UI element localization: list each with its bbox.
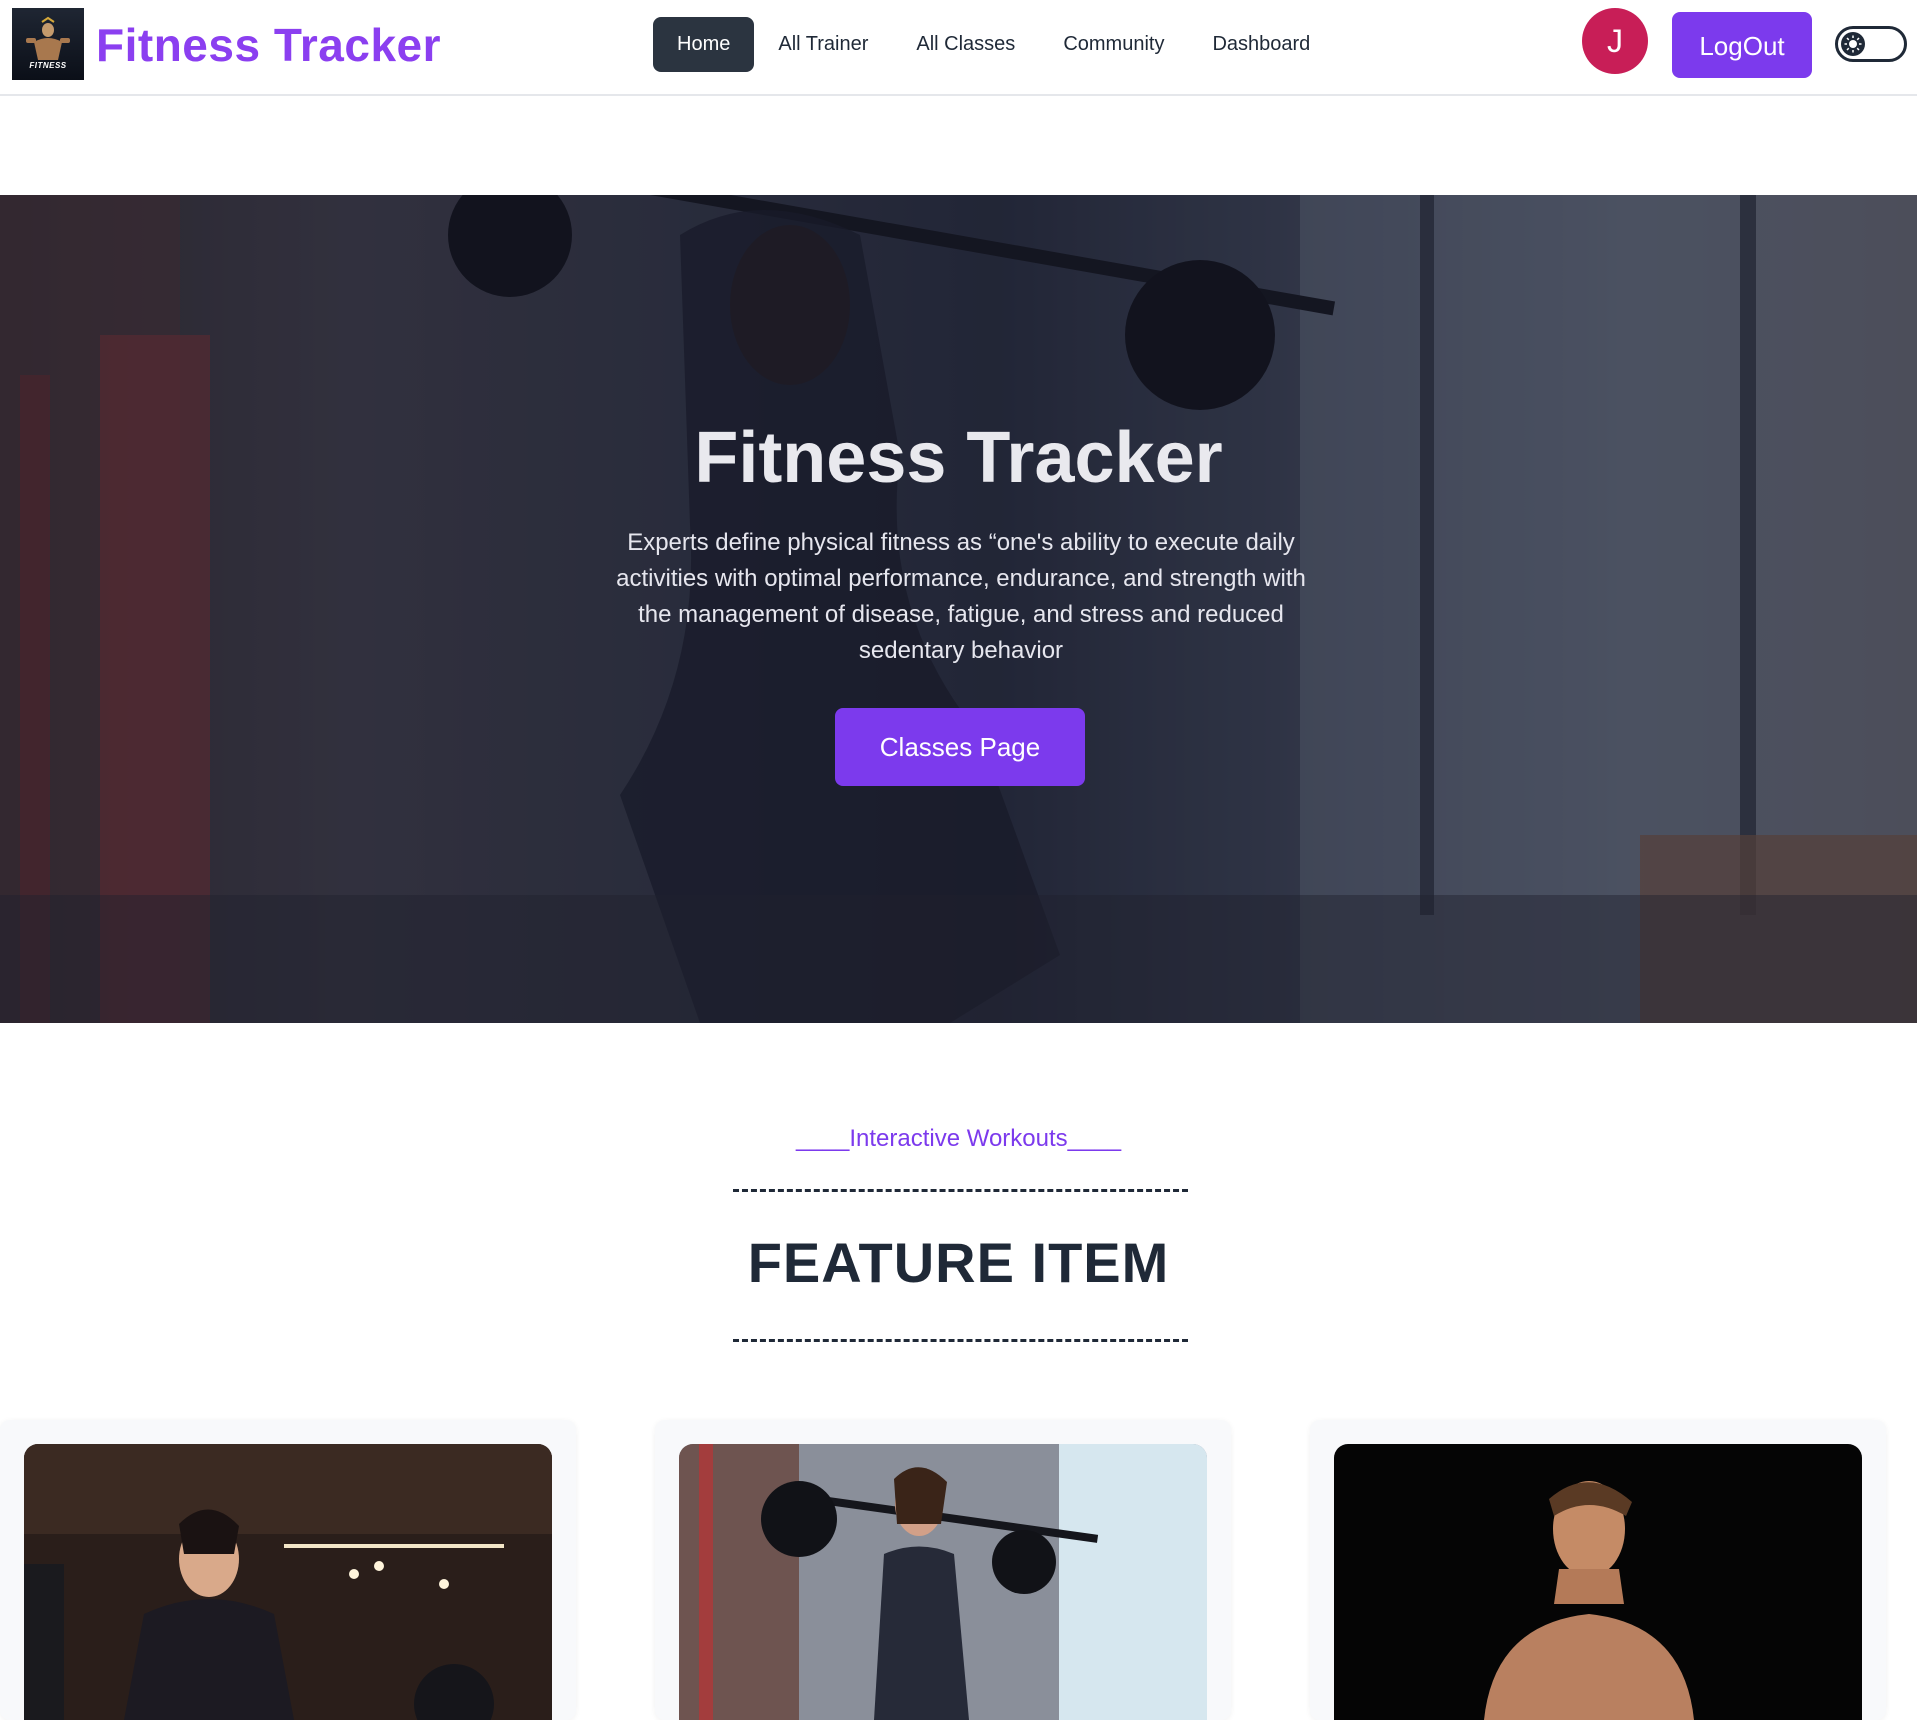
nav-link-all-trainer[interactable]: All Trainer (754, 17, 892, 72)
section-subtitle: ____Interactive Workouts____ (795, 1125, 1122, 1152)
nav-link-home[interactable]: Home (653, 17, 755, 72)
logo-text: FITNESS (29, 61, 67, 70)
hero-description: Experts define physical fitness as “one'… (616, 529, 1306, 664)
feature-card[interactable] (655, 1420, 1231, 1720)
classes-page-button[interactable]: Classes Page (835, 708, 1085, 786)
nav-link-all-classes[interactable]: All Classes (892, 17, 1039, 72)
logout-button[interactable]: LogOut (1672, 12, 1812, 78)
nav-link-dashboard[interactable]: Dashboard (1188, 17, 1334, 72)
divider-top (733, 1189, 1188, 1192)
logo[interactable]: FITNESS (12, 8, 84, 80)
feature-card[interactable] (0, 1420, 576, 1720)
divider-bottom (733, 1339, 1188, 1342)
nav-link-community[interactable]: Community (1039, 17, 1188, 72)
toggle-knob (1841, 32, 1865, 56)
navbar: FITNESS Fitness Tracker Home All Trainer… (0, 0, 1917, 96)
hero-title: Fitness Tracker (694, 418, 1223, 498)
section-title: FEATURE ITEM (747, 1231, 1170, 1294)
sun-icon (1844, 35, 1862, 53)
nav-links: Home All Trainer All Classes Community D… (653, 17, 1334, 72)
feature-card[interactable] (1310, 1420, 1886, 1720)
feature-card-image (24, 1444, 552, 1720)
brand-title[interactable]: Fitness Tracker (96, 18, 441, 72)
feature-card-image (679, 1444, 1207, 1720)
hero-banner: Fitness Tracker Experts define physical … (0, 195, 1917, 1023)
avatar[interactable]: J (1582, 8, 1648, 74)
feature-card-image (1334, 1444, 1862, 1720)
theme-toggle[interactable] (1835, 26, 1907, 62)
